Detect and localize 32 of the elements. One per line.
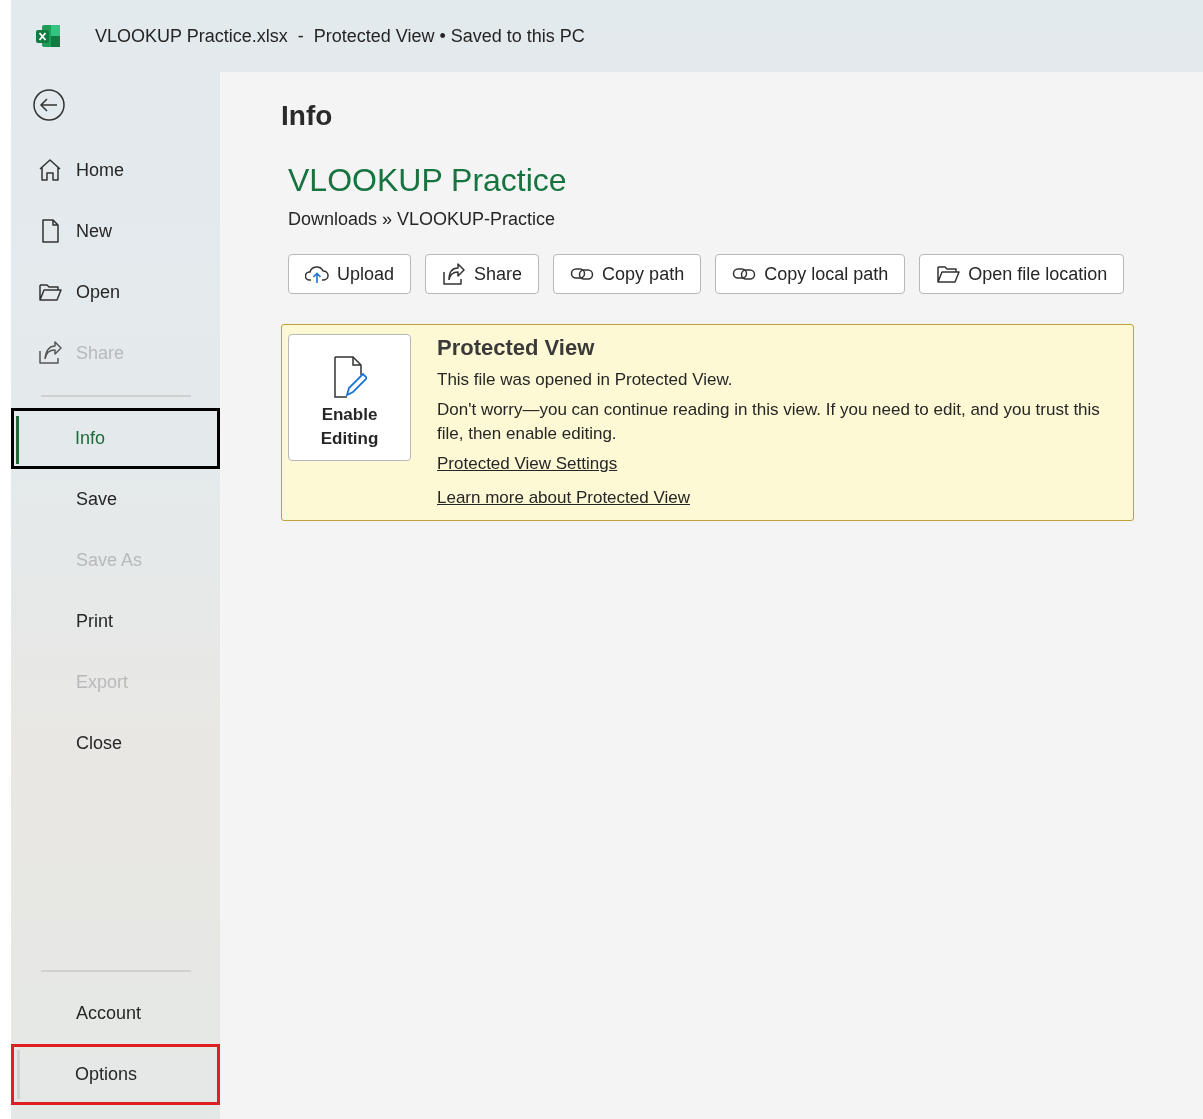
action-button[interactable]: Upload — [288, 254, 412, 294]
sidebar-item[interactable]: Close — [11, 713, 220, 774]
page-heading: Info — [281, 100, 333, 132]
file-name: VLOOKUP Practice — [288, 162, 567, 199]
share-icon — [37, 340, 63, 366]
sidebar-item[interactable]: Info — [11, 408, 220, 469]
banner-link[interactable]: Learn more about Protected View — [437, 486, 690, 510]
folder-icon — [936, 263, 961, 285]
banner-message: Don't worry—you can continue reading in this view. If you need to edit, and you trust this file, then enable editing. — [437, 399, 1101, 445]
sidebar-item[interactable]: Home — [11, 140, 220, 201]
sidebar-item[interactable]: Print — [11, 591, 220, 652]
banner-title: Protected View — [437, 334, 596, 362]
banner-link[interactable]: Protected View Settings — [437, 452, 618, 476]
document-pencil-icon — [332, 354, 367, 399]
action-button[interactable]: Share — [425, 254, 540, 294]
sidebar-item[interactable]: Account — [11, 983, 220, 1044]
sidebar-item[interactable]: Open — [11, 262, 220, 323]
sidebar-item[interactable]: Save — [11, 469, 220, 530]
back-icon[interactable] — [33, 89, 65, 121]
spreadsheet-app-icon — [35, 23, 61, 49]
action-button[interactable]: Copy local path — [715, 254, 906, 294]
sidebar-item[interactable]: New — [11, 201, 220, 262]
action-button[interactable]: Copy path — [553, 254, 702, 294]
cloud-upload-icon — [305, 263, 329, 285]
enable-editing-button[interactable]: Enable Editing — [288, 334, 411, 461]
action-button[interactable]: Open file location — [919, 254, 1125, 294]
home-icon — [37, 157, 63, 183]
sidebar-item[interactable]: Options — [11, 1044, 220, 1105]
file-path: Downloads » VLOOKUP-Practice — [288, 209, 556, 230]
window-title: VLOOKUP Practice.xlsx - Protected View • Saved to this PC — [95, 25, 585, 47]
share-icon — [442, 263, 467, 285]
banner-message: This file was opened in Protected View. — [437, 369, 734, 391]
